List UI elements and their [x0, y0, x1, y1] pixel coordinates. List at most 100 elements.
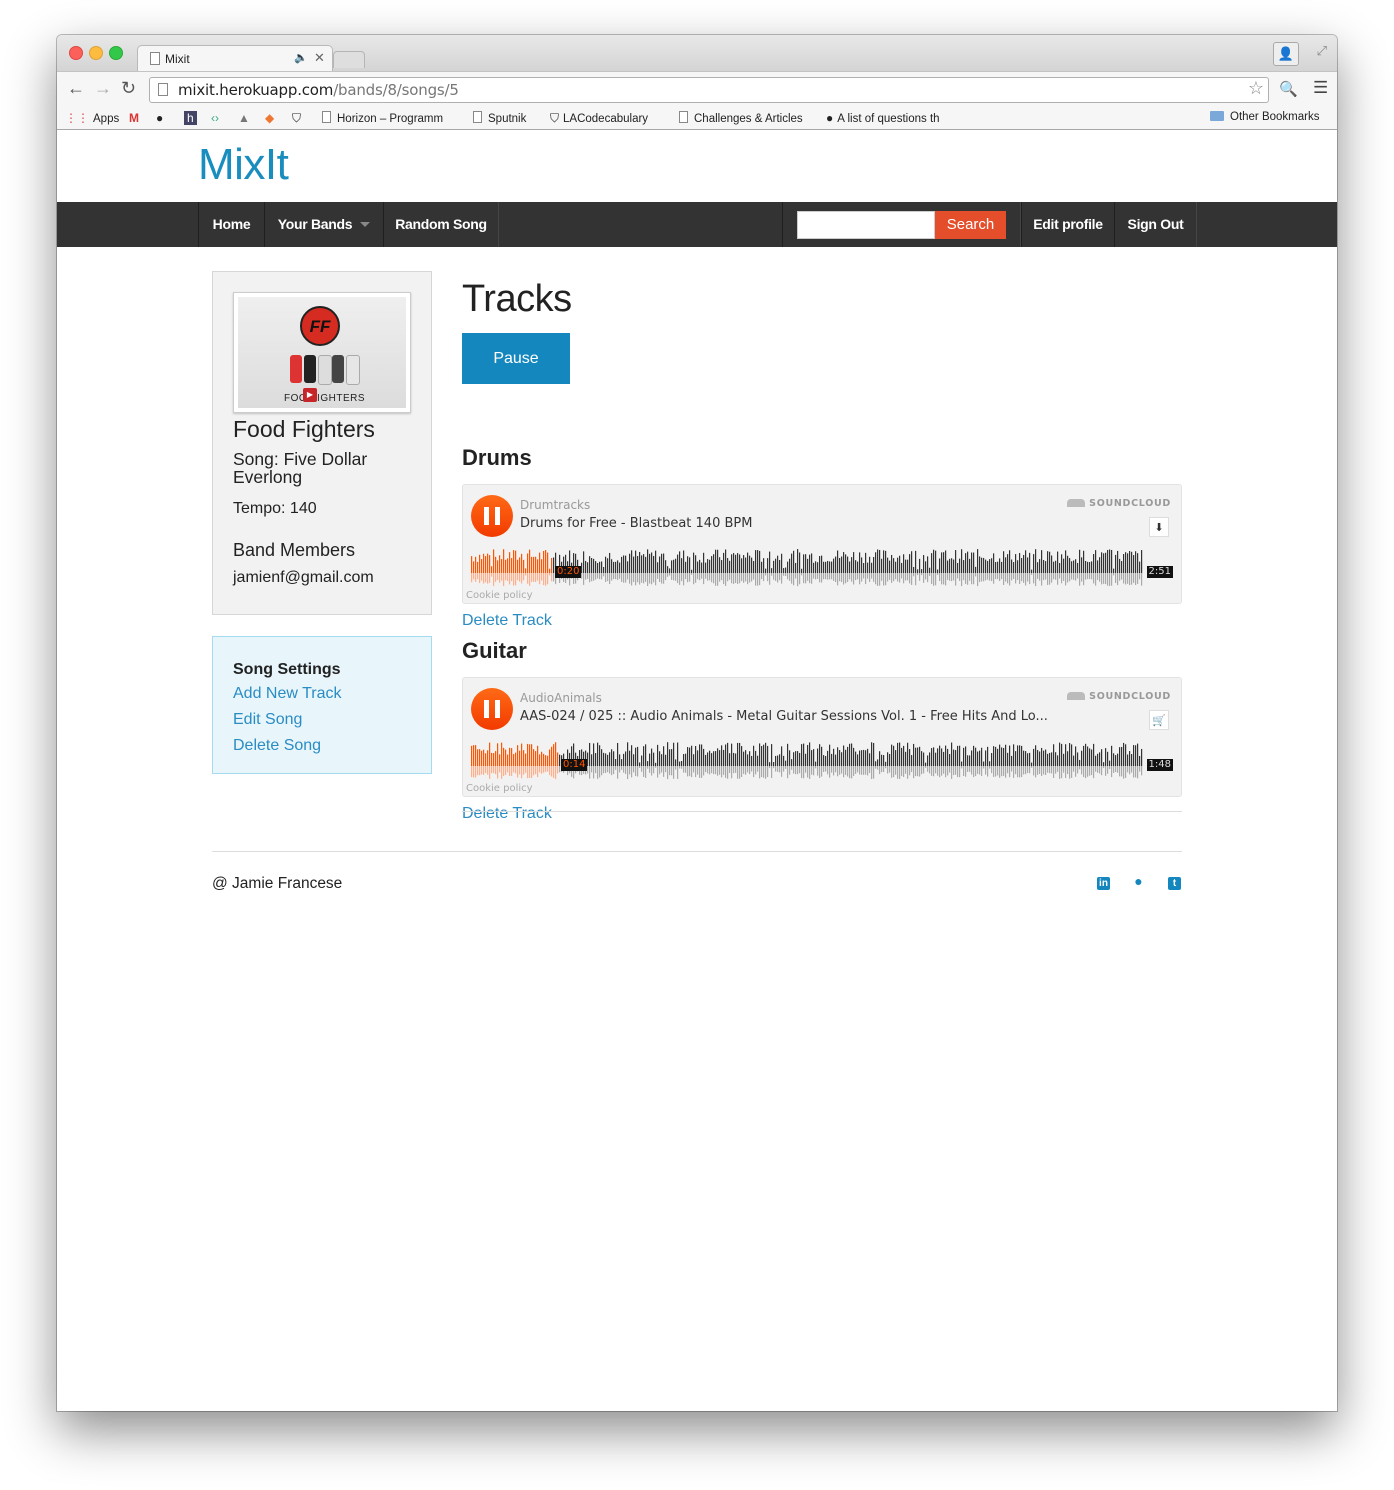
waveform-bar: [663, 746, 665, 766]
profile-icon[interactable]: 👤: [1273, 42, 1299, 66]
waveform-bar: [721, 745, 723, 766]
nav-sign-out[interactable]: Sign Out: [1114, 202, 1197, 247]
waveform-reflection: [1111, 573, 1113, 586]
waveform-bar: [705, 562, 707, 573]
close-window-button[interactable]: [69, 46, 83, 60]
address-bar[interactable]: mixit.herokuapp.com/bands/8/songs/5 ☆: [149, 77, 1269, 103]
waveform-reflection: [629, 766, 631, 775]
delete-song-link[interactable]: Delete Song: [233, 737, 321, 755]
waveform-reflection: [725, 766, 727, 778]
shield-bookmark-icon[interactable]: ⛉: [292, 111, 305, 126]
waveform-reflection: [817, 766, 819, 776]
waveform-reflection: [673, 573, 675, 581]
browser-tab[interactable]: Mixit 🔈 ✕: [137, 45, 333, 72]
site-logo[interactable]: MixIt: [198, 140, 289, 190]
h-bookmark-icon[interactable]: h: [184, 111, 201, 125]
back-icon[interactable]: ←: [67, 78, 85, 99]
bookmark-other[interactable]: Other Bookmarks: [1210, 111, 1319, 123]
bookmark-challenges[interactable]: Challenges & Articles: [679, 111, 803, 125]
cookie-policy-link[interactable]: Cookie policy: [466, 590, 533, 601]
waveform-reflection: [935, 573, 937, 586]
edit-song-link[interactable]: Edit Song: [233, 711, 302, 729]
download-icon[interactable]: ⬇: [1149, 517, 1169, 537]
pause-track-button[interactable]: [471, 495, 513, 537]
waveform-bar: [615, 759, 617, 766]
waveform-bar: [605, 753, 607, 766]
waveform-bar: [717, 549, 719, 573]
nav-home[interactable]: Home: [198, 202, 265, 247]
waveform-bar: [1057, 755, 1059, 766]
delete-track-link[interactable]: Delete Track: [462, 612, 552, 630]
delete-track-link[interactable]: Delete Track: [462, 805, 552, 823]
waveform-reflection: [1031, 573, 1033, 575]
lego-figure: [304, 355, 316, 383]
linkedin-icon[interactable]: in: [1097, 877, 1110, 890]
search-button[interactable]: Search: [935, 211, 1006, 239]
waveform-bar: [553, 744, 555, 766]
waveform-bar: [903, 745, 905, 766]
github-icon[interactable]: ●: [1132, 874, 1145, 888]
waveform-bar: [1009, 745, 1011, 766]
cookie-policy-link[interactable]: Cookie policy: [466, 783, 533, 794]
pause-track-button[interactable]: [471, 688, 513, 730]
track-artist[interactable]: AudioAnimals: [520, 691, 602, 705]
twitter-icon[interactable]: t: [1168, 877, 1181, 890]
nav-edit-profile[interactable]: Edit profile: [1021, 202, 1115, 247]
soundcloud-logo[interactable]: SOUNDCLOUD: [1067, 691, 1171, 702]
track-title[interactable]: Drums for Free - Blastbeat 140 BPM: [520, 516, 752, 531]
waveform-bar: [809, 742, 811, 766]
forward-icon[interactable]: →: [94, 78, 112, 99]
new-tab-button[interactable]: [333, 51, 365, 68]
bookmark-star-icon[interactable]: ☆: [1248, 78, 1264, 99]
bookmark-lacode[interactable]: ⛉ LACodecabulary: [550, 111, 648, 126]
waveform-reflection: [471, 766, 473, 778]
waveform-reflection: [995, 573, 997, 580]
menu-icon[interactable]: ☰: [1313, 78, 1328, 98]
add-track-link[interactable]: Add New Track: [233, 685, 341, 703]
bookmark-horizon[interactable]: Horizon – Programm: [322, 111, 443, 125]
waveform-bar: [927, 556, 929, 573]
fullscreen-icon[interactable]: ⤢: [1317, 43, 1327, 59]
close-tab-icon[interactable]: ✕: [314, 50, 325, 66]
waveform-bar: [797, 549, 799, 573]
waveform-reflection: [969, 573, 971, 581]
extension-icon[interactable]: 🔍: [1279, 80, 1298, 98]
play-icon[interactable]: ▶: [303, 388, 317, 402]
reload-icon[interactable]: ↻: [121, 78, 136, 99]
zoom-window-button[interactable]: [109, 46, 123, 60]
code-bookmark-icon[interactable]: ‹›: [211, 111, 223, 125]
waveform-reflection: [731, 766, 733, 779]
github-bookmark-icon[interactable]: ●: [156, 111, 167, 125]
soundcloud-logo[interactable]: SOUNDCLOUD: [1067, 498, 1171, 509]
waveform-bar: [949, 558, 951, 573]
waveform-bar: [779, 559, 781, 573]
waveform-bar: [599, 561, 601, 573]
waveform-bar: [961, 761, 963, 766]
waveform-bar: [849, 561, 851, 573]
waveform-reflection: [917, 766, 919, 777]
waveform-reflection: [1067, 573, 1069, 583]
track-duration: 2:51: [1146, 566, 1173, 578]
track-title[interactable]: AAS-024 / 025 :: Audio Animals - Metal G…: [520, 709, 1048, 724]
band-image[interactable]: FF FOO FIGHTERS ▶: [233, 292, 411, 413]
nav-random-song[interactable]: Random Song: [383, 202, 499, 247]
waveform-reflection: [749, 573, 751, 583]
nav-your-bands[interactable]: Your Bands: [264, 202, 384, 247]
cart-icon[interactable]: 🛒: [1149, 710, 1169, 730]
waveform-reflection: [1101, 573, 1103, 585]
gmail-icon[interactable]: M: [129, 111, 143, 125]
track-artist[interactable]: Drumtracks: [520, 498, 590, 512]
pause-button[interactable]: Pause: [462, 333, 570, 384]
waveform-bar: [1129, 551, 1131, 573]
bookmark-sputnik[interactable]: Sputnik: [473, 111, 526, 125]
waveform-reflection: [633, 573, 635, 583]
triangle-bookmark-icon[interactable]: ▲: [238, 111, 254, 125]
bookmark-questions[interactable]: ● A list of questions th: [826, 111, 940, 125]
waveform-reflection: [621, 573, 623, 582]
waveform-reflection: [1025, 766, 1027, 775]
minimize-window-button[interactable]: [89, 46, 103, 60]
bookmark-apps[interactable]: ⋮⋮ Apps: [65, 111, 119, 125]
search-input[interactable]: [797, 211, 935, 239]
color-bookmark-icon[interactable]: ◆: [265, 111, 278, 125]
waveform-reflection: [867, 573, 869, 579]
